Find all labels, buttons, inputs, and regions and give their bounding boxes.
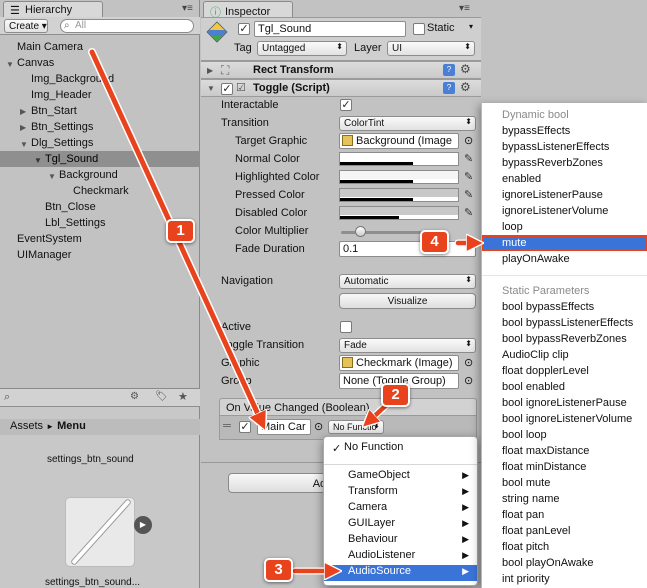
annotation-badge-1: 1 xyxy=(166,219,195,243)
annotation-badge-3: 3 xyxy=(264,558,293,582)
annotation-arrows xyxy=(88,48,647,588)
annotation-badge-4: 4 xyxy=(420,230,449,254)
annotation-badge-2: 2 xyxy=(381,383,410,407)
